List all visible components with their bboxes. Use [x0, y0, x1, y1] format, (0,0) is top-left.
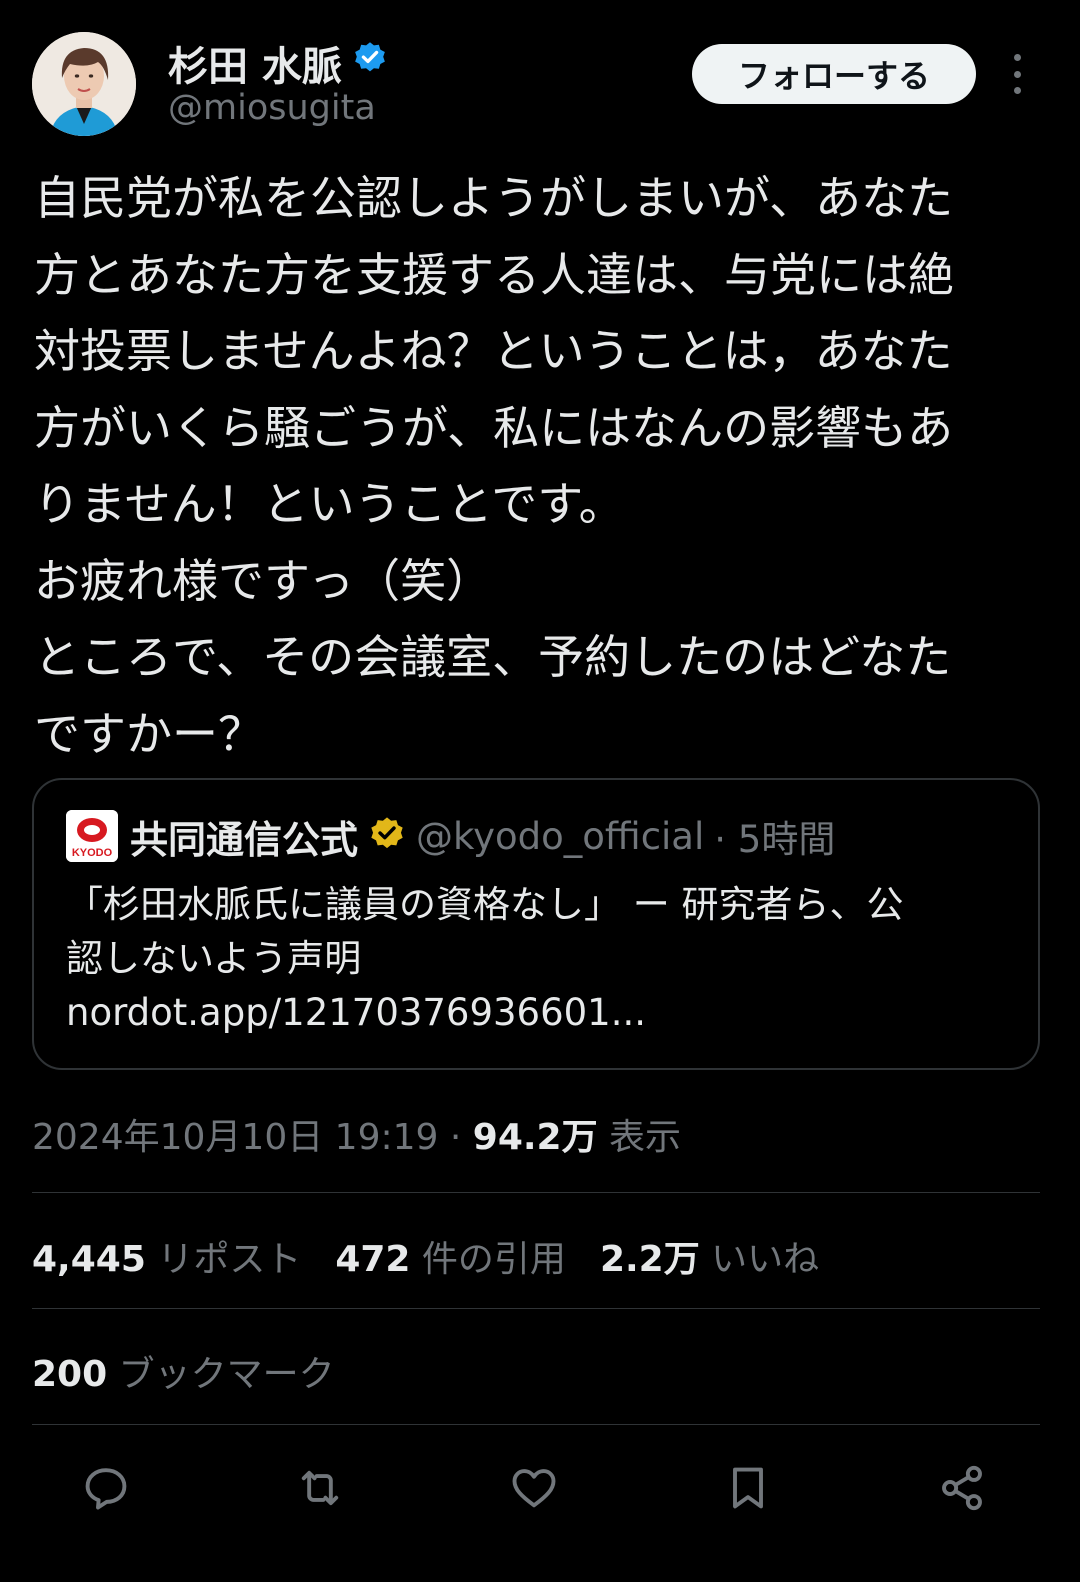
quote-label: 件の引用 [410, 1239, 566, 1280]
tweet-text-line: 自民党が私を公認しようがしまいが、あなた [34, 171, 954, 225]
verified-badge-icon [352, 40, 388, 86]
quoted-text-line: 認しないよう声明 [66, 937, 362, 980]
quoted-tweet-card[interactable]: KYODO 共同通信公式 @kyodo_official · 5時間 「杉田水脈… [32, 778, 1040, 1070]
tweet-text-line: ですかー？ [34, 706, 264, 761]
engagement-stats: 4,445 リポスト 472 件の引用 2.2万 いいね [32, 1230, 819, 1282]
tweet-text-line: 対投票しませんよね？ということは，あなた [34, 324, 953, 378]
tweet-text-line: りません！ということです。 [34, 477, 625, 531]
tweet-text-line: 方とあなた方を支援する人達は、与党には絶 [34, 247, 954, 302]
bookmark-label: ブックマーク [107, 1354, 335, 1395]
repost-count: 4,445 [32, 1239, 146, 1280]
tweet-text: 自民党が私を公認しようがしまいが、あなた 方とあなた方を支援する人達は、与党には… [34, 160, 1040, 772]
quote-count: 472 [335, 1239, 411, 1280]
repost-icon[interactable] [292, 1460, 348, 1516]
tweet-detail-page: 杉田 水脈 @miosugita フォローする 自民党が私を公認しようがしまいが… [0, 0, 1080, 1582]
divider [32, 1308, 1040, 1309]
quoted-tweet-text: 「杉田水脈氏に議員の資格なし」 ー 研究者ら、公 認しないよう声明 nordot… [66, 878, 1016, 1040]
avatar[interactable] [32, 32, 136, 136]
more-options-icon[interactable] [1002, 54, 1032, 94]
like-count: 2.2万 [599, 1239, 700, 1280]
kyodo-logo: KYODO [66, 810, 118, 862]
author-display-name[interactable]: 杉田 水脈 [168, 34, 388, 92]
bookmark-count: 200 [32, 1354, 108, 1395]
repost-label: リポスト [145, 1239, 302, 1280]
share-icon[interactable] [934, 1460, 990, 1516]
tweet-timestamp[interactable]: 2024年10月10日 19:19 [32, 1117, 438, 1158]
author-handle[interactable]: @miosugita [168, 88, 376, 128]
quoted-text-line: 「杉田水脈氏に議員の資格なし」 ー 研究者ら、公 [66, 883, 904, 926]
gold-verified-badge-icon [368, 815, 406, 857]
quoted-author-name: 共同通信公式 [130, 817, 359, 862]
bookmarks-stat[interactable]: 200 ブックマーク [32, 1345, 335, 1397]
likes-stat[interactable]: 2.2万 いいね [600, 1239, 819, 1280]
reply-icon[interactable] [78, 1460, 134, 1516]
tweet-text-line: 方がいくら騒ごうが、私にはなんの影響もあ [34, 400, 954, 455]
view-label: 表示 [597, 1117, 682, 1158]
quotes-stat[interactable]: 472 件の引用 [335, 1239, 566, 1280]
author-name-text: 杉田 水脈 [168, 44, 342, 90]
like-label: いいね [699, 1239, 820, 1280]
follow-button[interactable]: フォローする [692, 44, 976, 104]
quoted-link[interactable]: nordot.app/12170376936601... [66, 986, 1016, 1040]
tweet-meta: 2024年10月10日 19:19 · 94.2万 表示 [32, 1108, 681, 1160]
quoted-tweet-header: 共同通信公式 @kyodo_official · 5時間 [130, 810, 835, 862]
svg-text:KYODO: KYODO [72, 847, 113, 859]
bookmark-icon[interactable] [720, 1460, 776, 1516]
reposts-stat[interactable]: 4,445 リポスト [32, 1239, 301, 1280]
quoted-tweet-time: · 5時間 [714, 818, 836, 861]
meta-separator: · [438, 1117, 473, 1158]
view-count: 94.2万 [472, 1117, 598, 1158]
divider [32, 1192, 1040, 1193]
like-icon[interactable] [506, 1460, 562, 1516]
tweet-text-line: お疲れ様ですっ（笑） [34, 553, 493, 608]
tweet-text-line: ところで、その会議室、予約したのはどなた [34, 630, 952, 684]
quoted-author-handle: @kyodo_official [416, 814, 705, 858]
divider [32, 1424, 1040, 1425]
